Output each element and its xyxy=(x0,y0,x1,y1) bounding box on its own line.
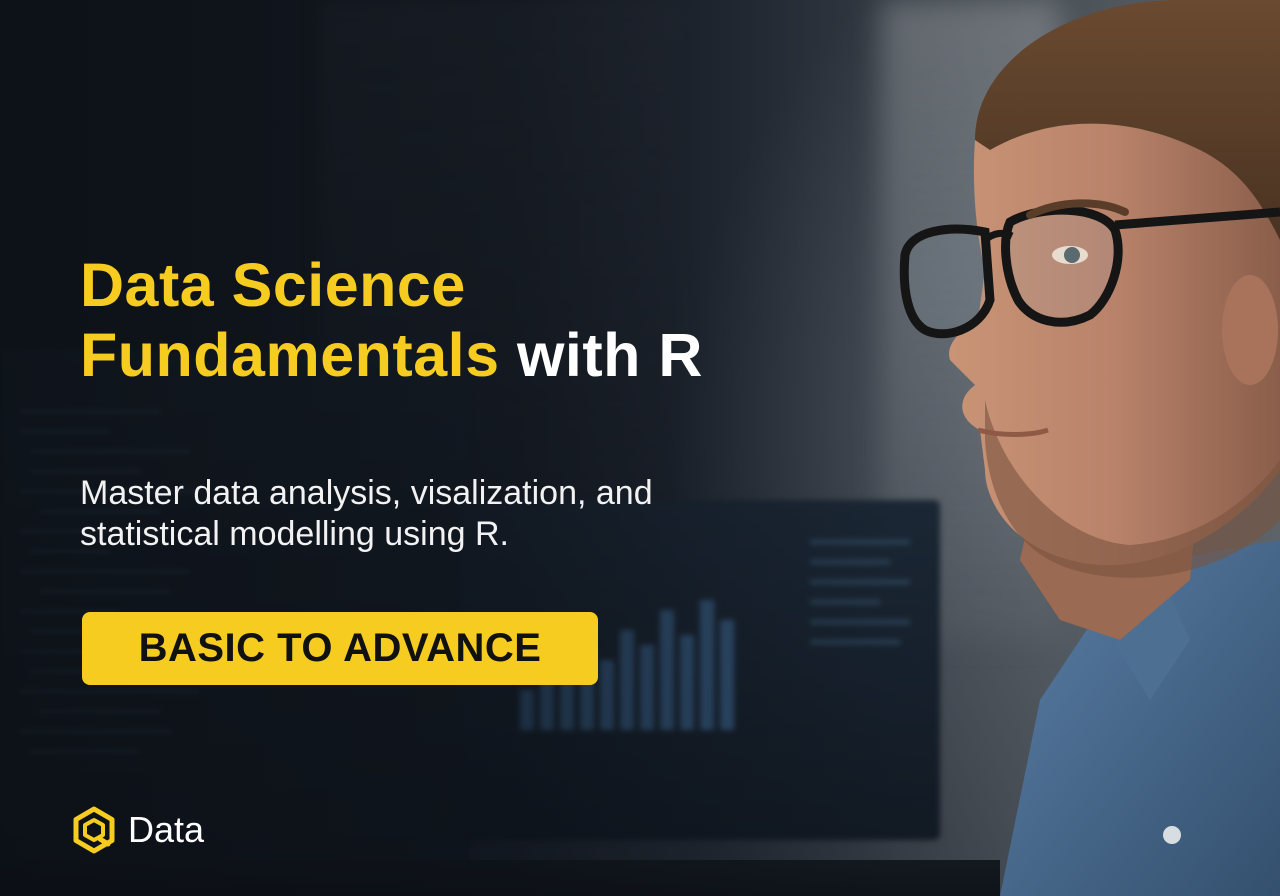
brand-name: Data xyxy=(128,809,205,850)
level-badge: BASIC TO ADVANCE xyxy=(82,612,598,685)
man-portrait-illustration xyxy=(899,0,1280,896)
hexagon-logo-icon xyxy=(73,806,115,854)
headline-line-2: Fundamentals with R xyxy=(80,320,800,390)
headline-highlight-1: Data Science xyxy=(80,251,466,319)
headline-suffix: with R xyxy=(516,321,703,390)
headline-line-1: Data Science xyxy=(80,250,800,320)
headline: Data Science Fundamentals with R xyxy=(80,250,800,390)
brand: Data xyxy=(70,806,204,854)
subtitle: Master data analysis, visalization, and … xyxy=(80,473,840,555)
subtitle-line-2: statistical modelling using R. xyxy=(80,515,509,553)
subtitle-line-1: Master data analysis, visalization, and xyxy=(80,474,653,512)
headline-highlight-2: Fundamentals xyxy=(80,321,500,390)
